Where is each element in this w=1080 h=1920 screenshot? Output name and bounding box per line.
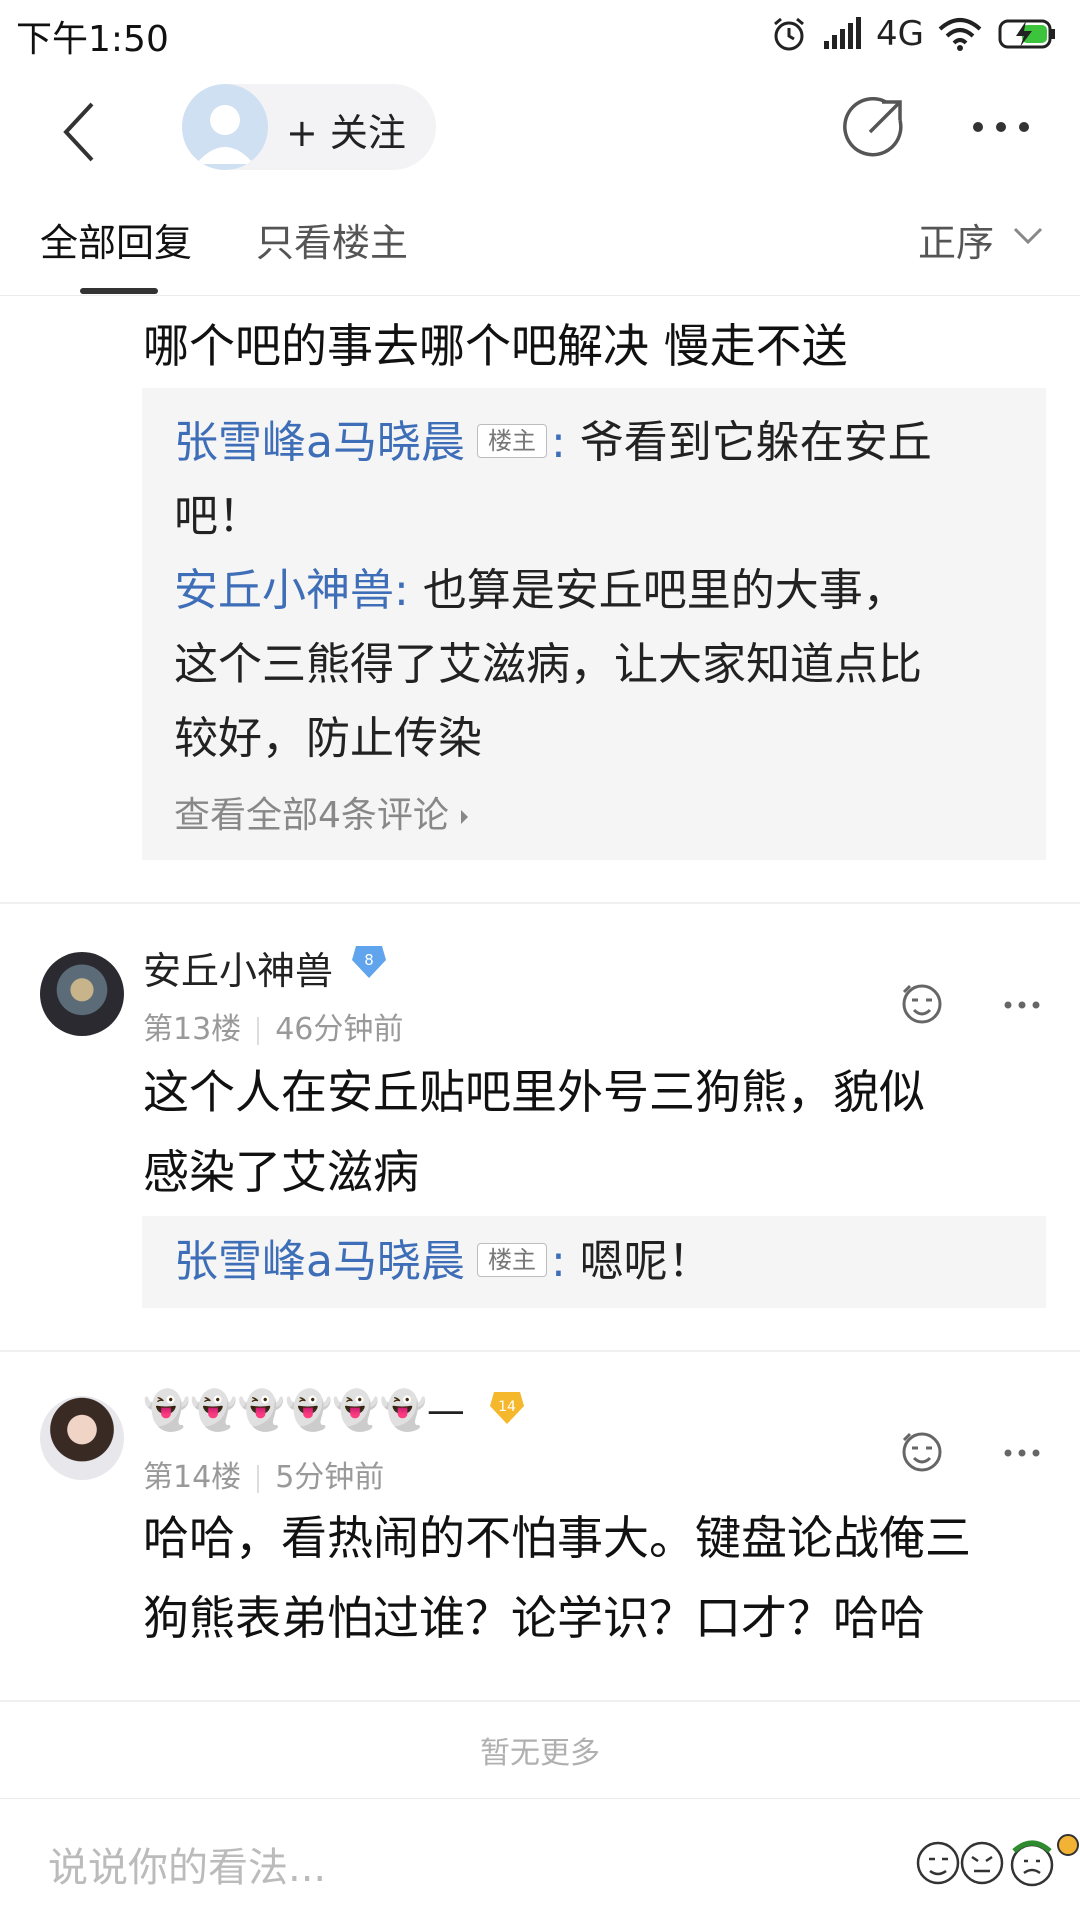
author-avatar[interactable] xyxy=(182,84,268,170)
status-bar: 下午1:50 4G xyxy=(0,0,1080,68)
sub-reply-user[interactable]: 张雪峰a马晓晨 xyxy=(174,1236,465,1287)
sub-reply-text-cont: 这个三熊得了艾滋病，让大家知道点比 xyxy=(174,639,922,690)
sub-reply[interactable]: 张雪峰a马晓晨 楼主: 爷看到它躲在安丘 xyxy=(174,406,932,480)
author-follow-pill[interactable]: + 关注 xyxy=(182,84,436,170)
view-all-label: 查看全部4条评论 xyxy=(174,795,449,836)
view-all-comments-link[interactable]: 查看全部4条评论 xyxy=(174,786,468,838)
post-divider xyxy=(0,902,1080,904)
post-meta: 第14楼 5分钟前 xyxy=(143,1452,384,1496)
tab-all-replies[interactable]: 全部回复 xyxy=(40,212,192,267)
more-icon[interactable] xyxy=(970,112,1032,142)
sub-reply-user[interactable]: 安丘小神兽 xyxy=(174,565,394,616)
level-badge-icon: 8 xyxy=(352,946,386,978)
post-content-line: 哈哈，看热闹的不怕事大。键盘论战俺三 xyxy=(143,1511,971,1565)
post-time: 5分钟前 xyxy=(275,1460,385,1495)
post-content: 哪个吧的事去哪个吧解决 慢走不送 xyxy=(143,319,848,373)
post-time: 46分钟前 xyxy=(275,1012,404,1047)
status-time: 下午1:50 xyxy=(16,19,169,60)
post-divider xyxy=(0,1700,1080,1702)
post-username[interactable]: 👻👻👻👻👻👻— xyxy=(143,1388,465,1433)
floor-number: 第14楼 xyxy=(143,1460,242,1495)
alarm-icon xyxy=(774,17,804,51)
sub-reply-text: 也算是安丘吧里的大事， xyxy=(422,565,907,616)
chevron-down-icon[interactable] xyxy=(1012,226,1044,246)
network-type: 4G xyxy=(876,14,924,54)
reply-tabs: 全部回复 只看楼主 正序 xyxy=(0,188,1080,296)
user-avatar[interactable] xyxy=(40,1396,124,1480)
post-divider xyxy=(0,1350,1080,1352)
op-badge: 楼主 xyxy=(476,424,547,458)
sub-reply[interactable]: 安丘小神兽: 也算是安丘吧里的大事， xyxy=(174,554,907,628)
sort-order-button[interactable]: 正序 xyxy=(918,212,994,267)
user-avatar[interactable] xyxy=(40,952,124,1036)
default-avatar-icon xyxy=(196,105,254,164)
level-badge-icon: 14 xyxy=(490,1392,524,1424)
sub-reply-user[interactable]: 张雪峰a马晓晨 xyxy=(174,417,465,468)
follow-button[interactable]: + 关注 xyxy=(286,102,406,157)
post-more-icon[interactable] xyxy=(1004,1448,1040,1458)
post-content: 哈哈，看热闹的不怕事大。键盘论战俺三 狗熊表弟怕过谁？论学识？口才？哈哈 xyxy=(143,1498,971,1658)
level-number: 14 xyxy=(498,1399,516,1415)
signal-icon xyxy=(824,17,862,49)
emoji-reaction-icon[interactable] xyxy=(898,980,946,1028)
post-username[interactable]: 安丘小神兽 xyxy=(143,940,333,995)
share-icon[interactable] xyxy=(840,94,908,162)
emoji-reaction-icon[interactable] xyxy=(898,1428,946,1476)
battery-charging-icon xyxy=(998,19,1055,49)
sub-reply[interactable]: 张雪峰a马晓晨 楼主: 嗯呢！ xyxy=(174,1225,712,1299)
status-icons: 4G xyxy=(770,10,1058,58)
caret-right-icon xyxy=(460,810,468,824)
level-number: 8 xyxy=(364,951,374,969)
post-content-line: 狗熊表弟怕过谁？论学识？口才？哈哈 xyxy=(143,1591,925,1645)
sub-reply-box: 张雪峰a马晓晨 楼主: 爷看到它躲在安丘 吧！ 安丘小神兽: 也算是安丘吧里的大事… xyxy=(142,388,1046,860)
sub-reply-text-cont: 吧！ xyxy=(174,491,262,542)
floor-number: 第13楼 xyxy=(143,1012,242,1047)
comment-bar: 说说你的看法... xyxy=(0,1798,1080,1920)
post-more-icon[interactable] xyxy=(1004,1000,1040,1010)
comment-input[interactable]: 说说你的看法... xyxy=(48,1835,326,1893)
tab-indicator xyxy=(80,288,158,294)
post-content: 这个人在安丘贴吧里外号三狗熊，貌似 感染了艾滋病 xyxy=(143,1052,925,1212)
sub-reply-text-cont: 较好，防止传染 xyxy=(174,713,482,764)
post-content-line: 这个人在安丘贴吧里外号三狗熊，貌似 xyxy=(143,1065,925,1119)
wifi-icon xyxy=(938,18,982,51)
nav-bar: + 关注 xyxy=(0,68,1080,188)
post-meta: 第13楼 46分钟前 xyxy=(143,1004,403,1048)
post-content-line: 感染了艾滋病 xyxy=(143,1145,419,1199)
sub-reply-box: 张雪峰a马晓晨 楼主: 嗯呢！ xyxy=(142,1216,1046,1308)
back-icon[interactable] xyxy=(56,96,116,166)
sub-reply-text: 爷看到它躲在安丘 xyxy=(579,417,932,468)
tab-op-only[interactable]: 只看楼主 xyxy=(256,212,408,267)
sub-reply-text: 嗯呢！ xyxy=(579,1236,712,1287)
op-badge: 楼主 xyxy=(476,1243,547,1277)
no-more-label: 暂无更多 xyxy=(480,1736,600,1771)
sticker-icon[interactable] xyxy=(914,1831,1080,1893)
